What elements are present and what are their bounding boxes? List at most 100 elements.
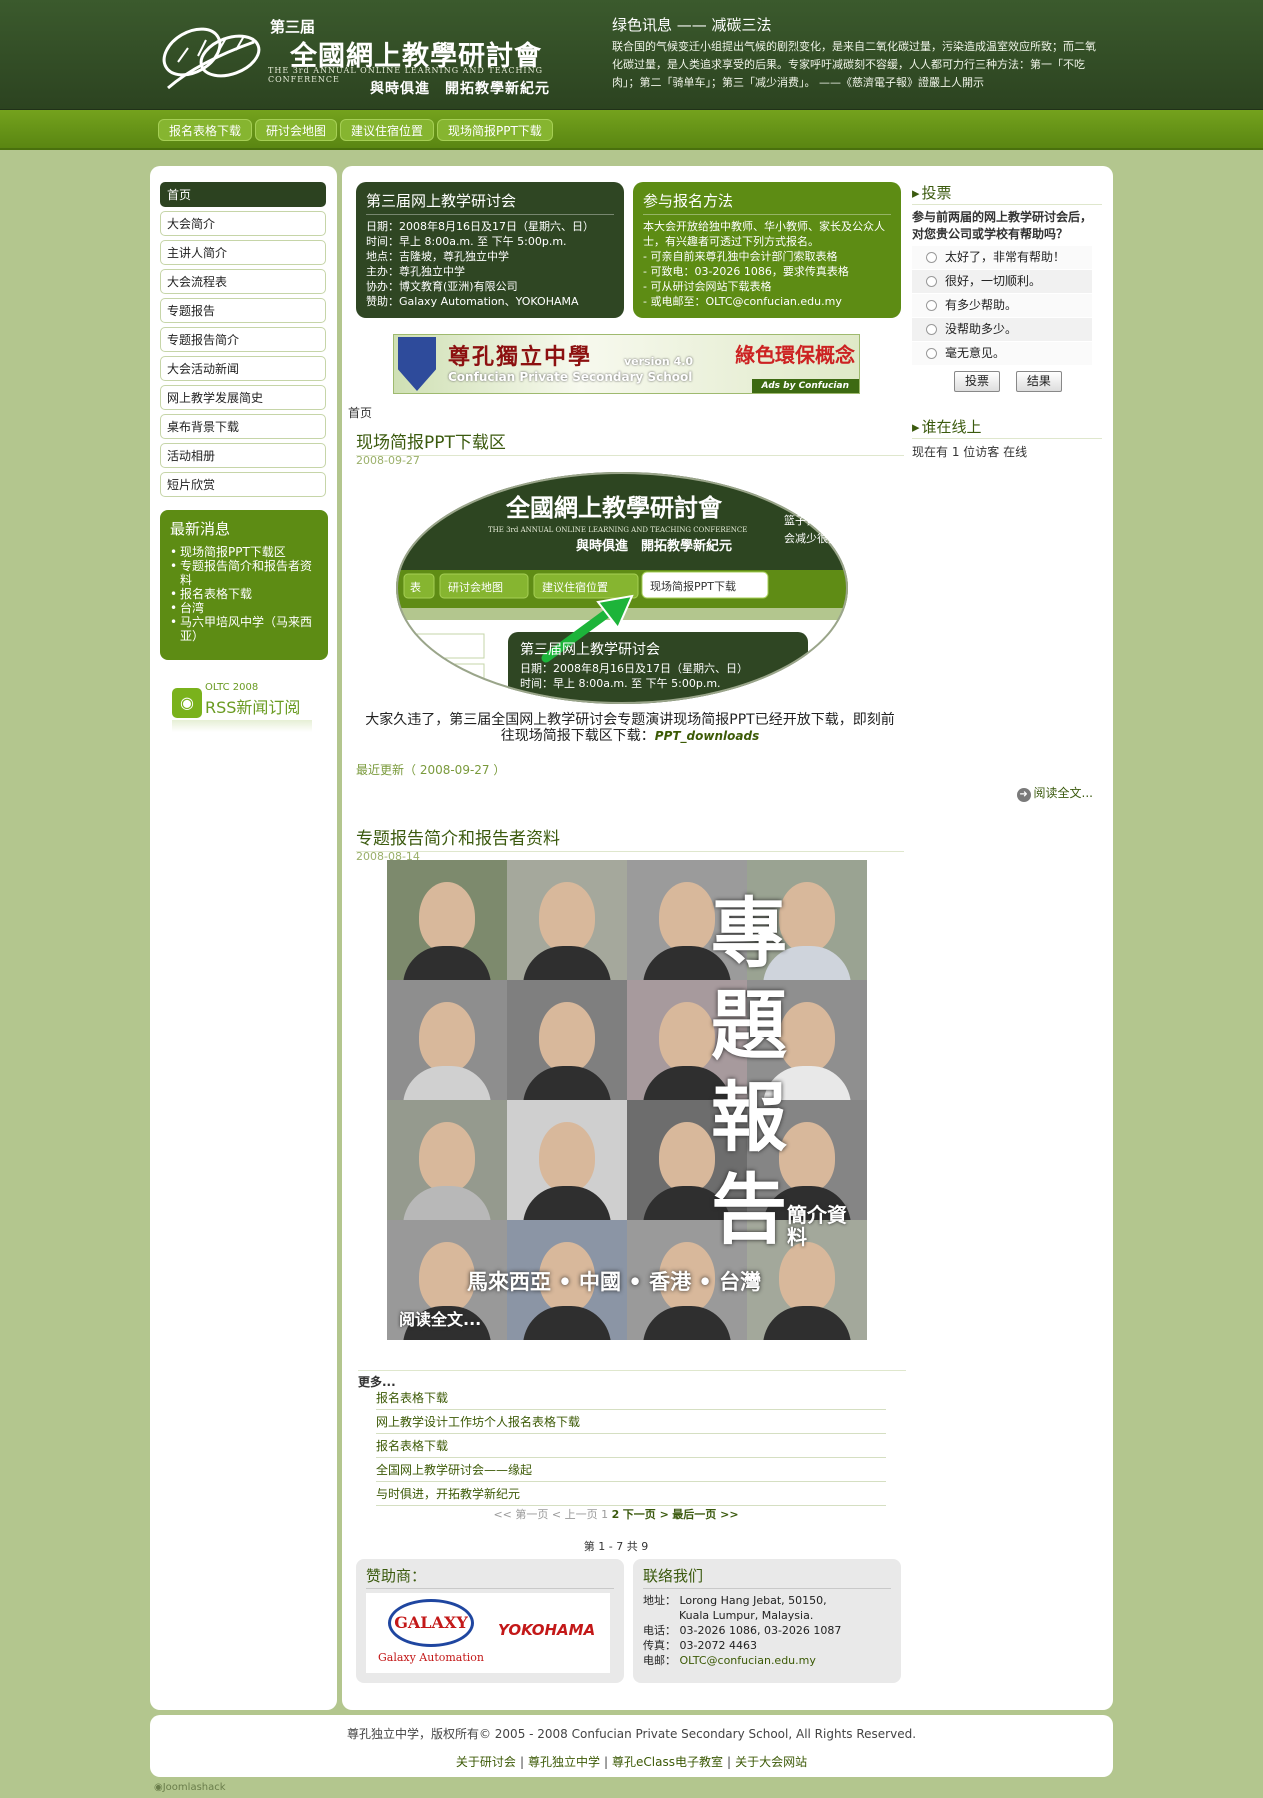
registration-info-box: 参与报名方法 本大会开放给独中教师、华小教师、家长及公众人士，有兴趣者可透过下列… xyxy=(633,182,901,318)
registration-method-2: - 可致电：03-2026 1086，要求传真表格 xyxy=(643,265,849,278)
radio-icon[interactable] xyxy=(926,348,937,359)
contact-title: 联络我们 xyxy=(643,1565,891,1589)
contact-box: 联络我们 地址： Lorong Hang Jebat, 50150, Kuala… xyxy=(633,1559,901,1683)
article-updated: 最近更新（ 2008-09-27 ） xyxy=(356,763,506,777)
sidebar-item-reports[interactable]: 专题报告 xyxy=(160,298,326,323)
sidebar-item-wallpaper[interactable]: 桌布背景下载 xyxy=(160,414,326,439)
radio-icon[interactable] xyxy=(926,324,937,335)
rss-caption: OLTC 2008 xyxy=(205,682,259,693)
poll-option[interactable]: 毫无意见。 xyxy=(912,342,1092,365)
sidebar-item-home[interactable]: 首页 xyxy=(160,182,326,207)
list-item: 报名表格下载 xyxy=(170,587,318,601)
banner-version: version 4.0 xyxy=(624,355,694,368)
speaker-face xyxy=(659,882,715,952)
yokohama-logo[interactable]: YOKOHAMA xyxy=(498,1621,595,1639)
read-more-link[interactable]: ➜ 阅读全文... xyxy=(1016,784,1093,802)
speaker-photo xyxy=(507,980,627,1106)
footer-link-about-conference[interactable]: 关于研讨会 xyxy=(456,1755,516,1769)
registration-method-3: - 可从研讨会网站下载表格 xyxy=(643,280,772,293)
sidebar-item-speakers[interactable]: 主讲人简介 xyxy=(160,240,326,265)
radio-icon[interactable] xyxy=(926,300,937,311)
pager-page-2[interactable]: 2 xyxy=(612,1508,620,1521)
more-article-link[interactable]: 全国网上教学研讨会——缘起 xyxy=(376,1463,532,1477)
zoom-side-text: 会减少很多 xyxy=(784,531,839,545)
sponsor-logos: GALAXY Galaxy Automation YOKOHAMA xyxy=(366,1593,610,1673)
poll-option[interactable]: 有多少帮助。 xyxy=(912,294,1092,317)
more-article-link[interactable]: 与时俱进，开拓教学新纪元 xyxy=(376,1487,520,1501)
contact-address: 地址： Lorong Hang Jebat, 50150, xyxy=(643,1594,827,1607)
more-article-link[interactable]: 报名表格下载 xyxy=(376,1391,448,1405)
header-news-body: 联合国的气候变迁小组提出气候的剧烈变化，是来自二氧化碳过量，污染造成温室效应所致… xyxy=(612,40,1096,89)
galaxy-logo[interactable]: GALAXY Galaxy Automation xyxy=(372,1597,490,1669)
site-header: 第三届 全國網上教學研討會 THE 3rd ANNUAL ONLINE LEAR… xyxy=(0,0,1263,110)
ppt-downloads-link[interactable]: PPT_downloads xyxy=(655,729,759,743)
radio-icon[interactable] xyxy=(926,276,937,287)
footer-link-about-site[interactable]: 关于大会网站 xyxy=(735,1755,807,1769)
sidebar-item-album[interactable]: 活动相册 xyxy=(160,443,326,468)
collage-read-more[interactable]: 阅读全文... xyxy=(399,1306,481,1330)
more-article-link[interactable]: 报名表格下载 xyxy=(376,1439,448,1453)
radio-icon[interactable] xyxy=(926,252,937,263)
pager-next[interactable]: 下一页 > xyxy=(623,1508,669,1521)
speaker-face xyxy=(539,882,595,952)
joomlashack-credit[interactable]: ◉Joomlashack xyxy=(154,1782,226,1793)
article-title-reports[interactable]: 专题报告简介和报告者资料 xyxy=(356,824,904,852)
poll-option[interactable]: 太好了，非常有帮助！ xyxy=(912,246,1092,269)
contact-phone: 电话： 03-2026 1086, 03-2026 1087 xyxy=(643,1624,842,1637)
sidebar-item-news[interactable]: 大会活动新闻 xyxy=(160,356,326,381)
sponsor-label: 赞助： xyxy=(366,295,399,308)
registration-email-link[interactable]: OLTC@confucian.edu.my xyxy=(705,295,841,308)
speaker-face xyxy=(659,1122,715,1192)
co-label: 协办： xyxy=(366,280,399,293)
pager-last[interactable]: 最后一页 >> xyxy=(672,1508,738,1521)
latest-news-link[interactable]: 马六甲培风中学（马来西亚） xyxy=(180,615,312,643)
results-button[interactable]: 结果 xyxy=(1015,371,1062,392)
poll-buttons: 投票 结果 xyxy=(912,371,1102,392)
poll-option[interactable]: 很好，一切顺利。 xyxy=(912,270,1092,293)
list-item: 全国网上教学研讨会——缘起 xyxy=(376,1458,886,1482)
poll-module: 投票 参与前两届的网上教学研讨会后，对您贵公司或学校有帮助吗？ 太好了，非常有帮… xyxy=(912,182,1102,392)
sidebar-item-report-intro[interactable]: 专题报告简介 xyxy=(160,327,326,352)
sponsor-galaxy-link[interactable]: Galaxy Automation xyxy=(399,295,505,308)
header-news-title: 绿色讯息 —— 减碳三法 xyxy=(612,16,772,34)
latest-news-link[interactable]: 台湾 xyxy=(180,601,204,615)
list-item: 台湾 xyxy=(170,601,318,615)
rss-feed-link[interactable]: ◉ OLTC 2008 RSS新闻订阅 xyxy=(172,680,312,732)
nav-tab-ppt-download[interactable]: 现场简报PPT下载 xyxy=(437,119,553,141)
conference-host: 主办：尊孔独立中学 xyxy=(366,265,465,278)
contact-email-label: 电邮： xyxy=(643,1654,680,1667)
vote-button[interactable]: 投票 xyxy=(954,371,1001,392)
speaker-photo xyxy=(387,980,507,1106)
registration-intro: 本大会开放给独中教师、华小教师、家长及公众人士，有兴趣者可透过下列方式报名。 xyxy=(643,220,885,248)
school-ad-banner[interactable]: 尊孔獨立中學 version 4.0 Confucian Private Sec… xyxy=(393,334,860,394)
copyright-text: 尊孔独立中学，版权所有© 2005 - 2008 Confucian Priva… xyxy=(346,1727,917,1741)
zoom-tab: 表 xyxy=(410,580,421,594)
nav-tab-map[interactable]: 研讨会地图 xyxy=(255,119,338,141)
poll-question: 参与前两届的网上教学研讨会后，对您贵公司或学校有帮助吗？ xyxy=(912,210,1093,241)
list-item: 与时俱进，开拓教学新纪元 xyxy=(376,1482,886,1506)
article-title-ppt[interactable]: 现场简报PPT下载区 xyxy=(356,428,904,456)
contact-email-link[interactable]: OLTC@confucian.edu.my xyxy=(680,1654,816,1667)
poll-option-label: 有多少帮助。 xyxy=(945,298,1018,312)
sidebar-item-schedule[interactable]: 大会流程表 xyxy=(160,269,326,294)
speaker-body xyxy=(763,1306,851,1340)
sidebar-item-about[interactable]: 大会简介 xyxy=(160,211,326,236)
co-organizer-link[interactable]: 博文教育(亚洲)有限公司 xyxy=(399,280,518,293)
poll-option[interactable]: 没帮助多少。 xyxy=(912,318,1092,341)
article-text: 大家久违了，第三届全国网上教学研讨会专题演讲现场简报PPT已经开放下载，即刻前往… xyxy=(360,712,900,744)
footer-link-school[interactable]: 尊孔独立中学 xyxy=(528,1755,600,1769)
footer-link-eclass[interactable]: 尊孔eClass电子教室 xyxy=(612,1755,723,1769)
latest-news-link[interactable]: 现场简报PPT下载区 xyxy=(180,545,286,559)
sidebar-item-history[interactable]: 网上教学发展简史 xyxy=(160,385,326,410)
nav-tab-accommodation[interactable]: 建议住宿位置 xyxy=(340,119,435,141)
more-article-link[interactable]: 网上教学设计工作坊个人报名表格下载 xyxy=(376,1415,580,1429)
speakers-collage-image[interactable]: 專題報告 簡介資料 馬來西亞 • 中國 • 香港 • 台灣 阅读全文... xyxy=(387,860,867,1340)
zoom-tab: 建议住宿位置 xyxy=(542,580,608,594)
latest-news-link[interactable]: 专题报告简介和报告者资料 xyxy=(180,559,312,587)
sponsor-yokohama-link[interactable]: YOKOHAMA xyxy=(516,295,579,308)
site-logo[interactable]: 第三届 全國網上教學研討會 THE 3rd ANNUAL ONLINE LEAR… xyxy=(158,16,558,100)
nav-tab-registration-form[interactable]: 报名表格下载 xyxy=(158,119,253,141)
latest-news-link[interactable]: 报名表格下载 xyxy=(180,587,252,601)
rss-label: RSS新闻订阅 xyxy=(205,698,301,717)
sidebar-item-videos[interactable]: 短片欣赏 xyxy=(160,472,326,497)
